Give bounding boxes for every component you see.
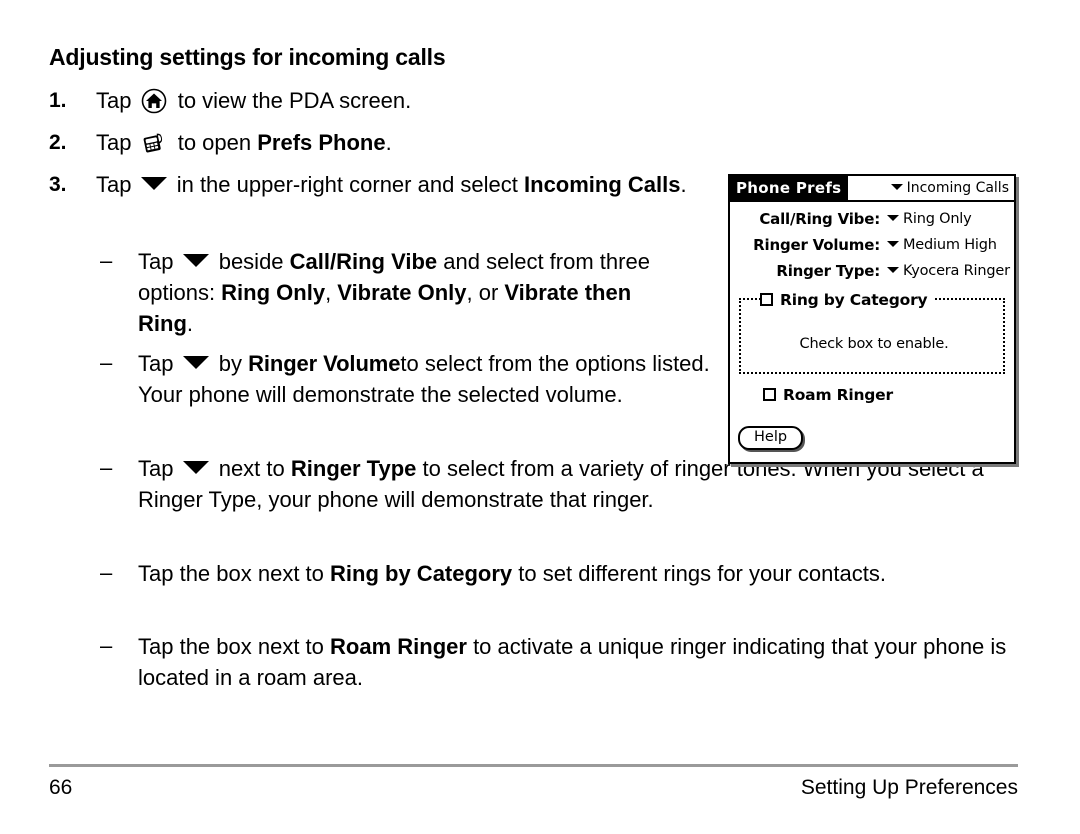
pda-title-bar: Phone Prefs Incoming Calls: [730, 176, 1014, 202]
down-caret-icon: [182, 254, 209, 267]
chevron-down-icon: [890, 184, 903, 190]
ring-by-category-label: Ring by Category: [780, 291, 928, 309]
b3-bold-1: Ringer Type: [290, 456, 417, 481]
roam-ringer-checkbox-row[interactable]: Roam Ringer: [763, 385, 893, 405]
b1-bold-3: Vibrate Only: [337, 280, 467, 305]
b5-t1: Tap the box next to: [138, 634, 331, 659]
step1-text-pre: Tap: [96, 88, 138, 113]
pref-value-label: Ring Only: [903, 211, 972, 227]
b1-t2: beside: [212, 249, 290, 274]
dash-bullet: –: [100, 350, 113, 375]
dash-bullet: –: [100, 455, 113, 480]
pda-app-title: Phone Prefs: [730, 176, 849, 200]
list-item-text: Tap by Ringer Volumeto select from the o…: [138, 348, 712, 410]
down-caret-icon: [140, 177, 167, 190]
document-page: Adjusting settings for incoming calls 1.…: [0, 0, 1080, 834]
list-item-text: Tap the box next to Ring by Category to …: [138, 558, 1015, 589]
pref-row-ringer-volume: Ringer Volume: Medium High: [730, 234, 1014, 257]
chevron-down-icon: [887, 267, 899, 273]
roam-ringer-checkbox[interactable]: [763, 388, 776, 401]
help-button[interactable]: Help: [738, 426, 804, 450]
pda-category-label: Incoming Calls: [906, 180, 1009, 196]
down-caret-icon: [182, 356, 209, 369]
pref-value-label: Kyocera Ringer: [903, 263, 1010, 279]
b2-t2: by: [212, 351, 249, 376]
list-item-text: Tap the box next to Roam Ringer to activ…: [138, 631, 1025, 693]
dash-bullet: –: [100, 633, 113, 658]
b4-bold-1: Ring by Category: [330, 561, 513, 586]
step-text: Tap to open Prefs Phone.: [96, 127, 689, 158]
b4-t3: to set different rings for your contacts…: [512, 561, 886, 586]
pref-label: Call/Ring Vibe:: [759, 210, 880, 228]
roam-ringer-label: Roam Ringer: [783, 386, 893, 404]
step3-text-pre: Tap: [96, 172, 138, 197]
step3-text-post-b: .: [680, 172, 687, 197]
home-icon: [141, 88, 167, 114]
pref-value-picker[interactable]: Kyocera Ringer: [887, 260, 1010, 283]
page-number: 66: [49, 776, 73, 799]
footer-section-title: Setting Up Preferences: [800, 776, 1018, 799]
b1-t1: Tap: [138, 249, 180, 274]
list-item: – Tap by Ringer Volumeto select from the…: [100, 348, 712, 410]
ring-by-category-checkbox[interactable]: [760, 293, 773, 306]
down-caret-icon: [182, 461, 209, 474]
step2-bold: Prefs Phone: [257, 130, 386, 155]
ring-by-category-note: Check box to enable.: [799, 336, 949, 352]
b1-t6: .: [186, 311, 194, 336]
b1-t4: ,: [325, 280, 338, 305]
pda-category-picker[interactable]: Incoming Calls: [890, 176, 1009, 200]
step2-text-post-b: .: [385, 130, 392, 155]
b1-bold-2: Ring Only: [221, 280, 326, 305]
step2-text-pre: Tap: [96, 130, 138, 155]
b3-t1: Tap: [138, 456, 180, 481]
step1-text-post: to view the PDA screen.: [171, 88, 412, 113]
numbered-step-1: 1. Tap to view the PDA screen.: [49, 85, 689, 116]
step-text: Tap in the upper-right corner and select…: [96, 169, 689, 200]
page-title: Adjusting settings for incoming calls: [49, 44, 446, 70]
b2-t1: Tap: [138, 351, 180, 376]
step-text: Tap to view the PDA screen.: [96, 85, 689, 116]
chevron-down-icon: [887, 215, 899, 221]
b2-bold-1: Ringer Volume: [248, 351, 401, 376]
step2-text-post-a: to open: [171, 130, 258, 155]
step-number: 3.: [49, 173, 67, 196]
b4-t1: Tap the box next to: [138, 561, 331, 586]
dash-bullet: –: [100, 248, 113, 273]
pref-label: Ringer Type:: [776, 262, 880, 280]
list-item-text: Tap beside Call/Ring Vibe and select fro…: [138, 246, 692, 339]
pref-value-picker[interactable]: Ring Only: [887, 208, 972, 231]
pref-value-label: Medium High: [903, 237, 997, 253]
step3-text-post-a: in the upper-right corner and select: [170, 172, 525, 197]
b3-t2: next to: [212, 456, 291, 481]
numbered-step-3: 3. Tap in the upper-right corner and sel…: [49, 169, 689, 200]
step-number: 1.: [49, 89, 67, 112]
footer-divider: [49, 764, 1018, 767]
pref-value-picker[interactable]: Medium High: [887, 234, 997, 257]
b5-bold-1: Roam Ringer: [330, 634, 467, 659]
chevron-down-icon: [887, 241, 899, 247]
step3-bold: Incoming Calls: [524, 172, 681, 197]
pref-label: Ringer Volume:: [753, 236, 880, 254]
dash-bullet: –: [100, 560, 113, 585]
list-item: – Tap the box next to Roam Ringer to act…: [100, 631, 1025, 693]
b1-t5: , or: [466, 280, 505, 305]
pref-row-call-ring-vibe: Call/Ring Vibe: Ring Only: [730, 208, 1014, 231]
ring-by-category-checkbox-row[interactable]: Ring by Category: [760, 290, 934, 310]
prefs-phone-icon: [141, 130, 167, 156]
b1-bold-1: Call/Ring Vibe: [289, 249, 438, 274]
list-item: – Tap the box next to Ring by Category t…: [100, 558, 1015, 589]
pref-row-ringer-type: Ringer Type: Kyocera Ringer: [730, 260, 1014, 283]
list-item: – Tap beside Call/Ring Vibe and select f…: [100, 246, 692, 339]
pda-screenshot-figure: Phone Prefs Incoming Calls Call/Ring Vib…: [728, 174, 1016, 464]
pda-form-body: Call/Ring Vibe: Ring Only Ringer Volume:…: [730, 202, 1014, 462]
numbered-step-2: 2. Tap to open Prefs Phone.: [49, 127, 689, 158]
step-number: 2.: [49, 131, 67, 154]
